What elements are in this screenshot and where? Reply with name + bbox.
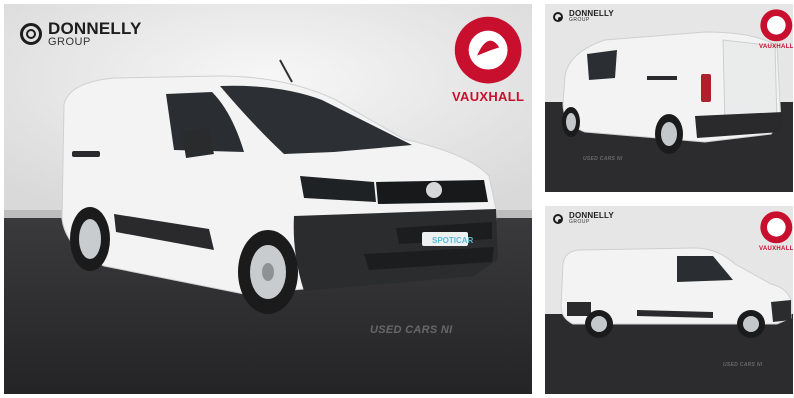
thumbnail-rear[interactable]: DONNELLY GROUP VAUXHALL USED CARS NI — [545, 4, 793, 192]
brand-name: VAUXHALL — [759, 245, 793, 252]
rear-photo-scene — [545, 4, 793, 192]
dealer-group: GROUP — [569, 17, 590, 23]
brand-name: VAUXHALL — [452, 89, 525, 105]
spoticar-badge: SPOTICAR — [432, 236, 474, 245]
vauxhall-griffin-icon — [760, 211, 793, 244]
donnelly-logo-icon — [553, 11, 563, 22]
thumbnail-rear-dealer-logo: DONNELLY GROUP — [553, 10, 614, 23]
vauxhall-griffin-icon — [454, 16, 522, 84]
vauxhall-logo: VAUXHALL — [452, 14, 524, 104]
donnelly-logo-icon — [20, 23, 42, 45]
dealer-group: GROUP — [48, 36, 91, 48]
vauxhall-griffin-icon — [760, 9, 793, 42]
brand-name: VAUXHALL — [759, 43, 793, 50]
donnelly-logo-icon — [553, 213, 563, 224]
dealer-name: DONNELLY — [48, 19, 142, 38]
dealer-group: GROUP — [569, 219, 590, 225]
watermark: USED CARS NI — [723, 362, 763, 368]
watermark: USED CARS NI — [583, 156, 623, 162]
main-vehicle-photo[interactable]: DONNELLY GROUP VAUXHALL SPOTICAR USED CA… — [4, 4, 532, 394]
thumbnail-side-dealer-logo: DONNELLY GROUP — [553, 212, 614, 225]
thumbnail-rear-brand-logo: VAUXHALL — [759, 8, 793, 50]
watermark: USED CARS NI — [370, 324, 453, 336]
thumbnail-side-brand-logo: VAUXHALL — [759, 210, 793, 252]
donnelly-logo: DONNELLY GROUP — [20, 20, 142, 48]
thumbnail-side[interactable]: DONNELLY GROUP VAUXHALL USED CARS NI — [545, 206, 793, 394]
